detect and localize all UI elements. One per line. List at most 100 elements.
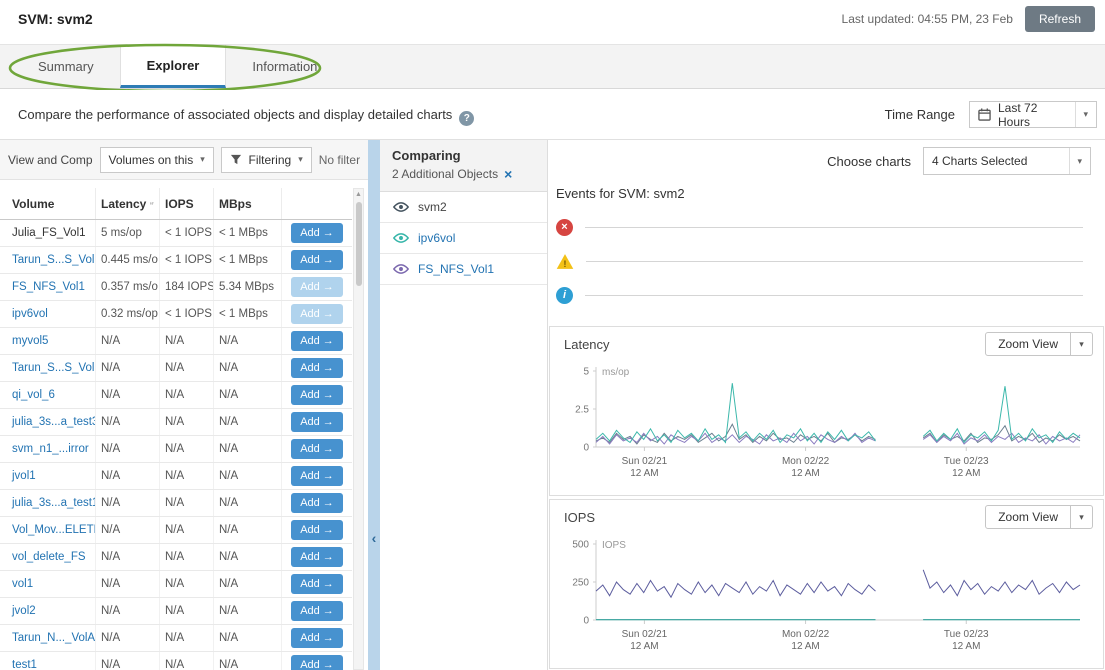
eye-icon[interactable] <box>392 232 410 244</box>
iops-cell: N/A <box>160 382 214 408</box>
volume-name-link[interactable]: svm_n1_...irror <box>0 436 96 462</box>
add-to-comparing-button[interactable]: Add→ <box>291 439 343 459</box>
add-to-comparing-button[interactable]: Add→ <box>291 520 343 540</box>
column-header-iops[interactable]: IOPS <box>160 188 214 219</box>
svg-text:Sun 02/21: Sun 02/21 <box>622 456 668 467</box>
event-lane-info: i <box>556 278 1083 312</box>
latency-cell: 0.445 ms/o <box>96 247 160 273</box>
table-row: jvol1N/AN/AN/AAdd→ <box>0 463 352 490</box>
sort-descending-icon[interactable] <box>150 198 154 209</box>
volume-name-link[interactable]: vol1 <box>0 571 96 597</box>
iops-cell: < 1 IOPS <box>160 220 214 246</box>
scope-dropdown[interactable]: Volumes on this ▾ <box>100 147 214 173</box>
time-range-dropdown[interactable]: Last 72 Hours ▾ <box>969 101 1097 128</box>
comparing-header: Comparing 2 Additional Objects × <box>380 140 547 192</box>
add-to-comparing-button[interactable]: Add→ <box>291 628 343 648</box>
clear-comparing-icon[interactable]: × <box>504 167 512 181</box>
table-row: ipv6vol0.32 ms/op< 1 IOPS< 1 MBpsAdd→ <box>0 301 352 328</box>
tab-explorer[interactable]: Explorer <box>120 45 227 88</box>
add-to-comparing-button[interactable]: Add→ <box>291 358 343 378</box>
tab-list: SummaryExplorerInformation <box>0 45 1105 88</box>
table-scrollbar[interactable]: ▲ <box>353 188 364 670</box>
add-cell: Add→ <box>282 436 352 462</box>
arrow-right-icon: → <box>323 659 334 670</box>
table-row: Tarun_S...S_Vol2N/AN/AN/AAdd→ <box>0 355 352 382</box>
volume-name-link[interactable]: myvol5 <box>0 328 96 354</box>
volume-name-link[interactable]: Vol_Mov...ELETE <box>0 517 96 543</box>
volume-name-link[interactable]: julia_3s...a_test1 <box>0 490 96 516</box>
volume-name-link[interactable]: julia_3s...a_test3 <box>0 409 96 435</box>
filtering-button[interactable]: Filtering ▾ <box>221 147 312 173</box>
choose-charts-label: Choose charts <box>827 154 911 169</box>
iops-cell: N/A <box>160 625 214 651</box>
add-to-comparing-button[interactable]: Add→ <box>291 655 343 670</box>
add-button-label: Add <box>300 632 320 644</box>
column-header-latency[interactable]: Latency <box>96 188 160 219</box>
arrow-right-icon: → <box>323 308 334 320</box>
scrollbar-thumb[interactable] <box>356 202 362 286</box>
tab-summary[interactable]: Summary <box>12 45 120 88</box>
comparing-item-name[interactable]: FS_NFS_Vol1 <box>418 262 494 276</box>
comparing-item-name[interactable]: ipv6vol <box>418 231 455 245</box>
arrow-right-icon: → <box>323 416 334 428</box>
time-range-label: Time Range <box>885 107 955 122</box>
volume-name-link[interactable]: qi_vol_6 <box>0 382 96 408</box>
help-icon[interactable]: ? <box>459 111 474 126</box>
eye-icon[interactable] <box>392 263 410 275</box>
add-to-comparing-button[interactable]: Add→ <box>291 385 343 405</box>
zoom-view-button[interactable]: Zoom View <box>985 332 1071 356</box>
zoom-view-button[interactable]: Zoom View <box>985 505 1071 529</box>
add-to-comparing-button[interactable]: Add→ <box>291 412 343 432</box>
volume-name-link[interactable]: FS_NFS_Vol1 <box>0 274 96 300</box>
zoom-view-caret-button[interactable]: ▾ <box>1071 332 1093 356</box>
comparing-item: FS_NFS_Vol1 <box>380 254 547 285</box>
choose-charts-control: Choose charts 4 Charts Selected ▾ <box>827 147 1091 175</box>
table-row: Julia_FS_Vol15 ms/op< 1 IOPS< 1 MBpsAdd→ <box>0 220 352 247</box>
table-row: vol1N/AN/AN/AAdd→ <box>0 571 352 598</box>
add-button-label: Add <box>300 227 320 239</box>
series-FS_NFS_Vol1 <box>923 570 1080 596</box>
refresh-button[interactable]: Refresh <box>1025 6 1095 32</box>
events-lanes: ×!i <box>556 210 1083 312</box>
eye-icon[interactable] <box>392 201 410 213</box>
add-cell: Add→ <box>282 274 352 300</box>
svg-text:500: 500 <box>572 540 589 551</box>
collapse-panel-handle[interactable]: ‹ <box>368 140 380 670</box>
svg-text:Tue 02/23: Tue 02/23 <box>944 629 989 640</box>
column-header-mbps[interactable]: MBps <box>214 188 282 219</box>
zoom-view-caret-button[interactable]: ▾ <box>1071 505 1093 529</box>
filtering-label: Filtering <box>249 153 292 167</box>
table-row: Tarun_N..._VolAN/AN/AN/AAdd→ <box>0 625 352 652</box>
column-header-volume[interactable]: Volume <box>0 188 96 219</box>
scrollbar-up-arrow-icon[interactable]: ▲ <box>354 189 363 200</box>
add-to-comparing-button[interactable]: Add→ <box>291 250 343 270</box>
add-to-comparing-button[interactable]: Add→ <box>291 493 343 513</box>
page-title: SVM: svm2 <box>18 11 93 27</box>
volume-name-link[interactable]: Tarun_N..._VolA <box>0 625 96 651</box>
add-cell: Add→ <box>282 571 352 597</box>
iops-cell: < 1 IOPS <box>160 301 214 327</box>
volume-name-link[interactable]: jvol1 <box>0 463 96 489</box>
add-to-comparing-button[interactable]: Add→ <box>291 331 343 351</box>
add-to-comparing-button[interactable]: Add→ <box>291 574 343 594</box>
add-to-comparing-button[interactable]: Add→ <box>291 223 343 243</box>
latency-cell: N/A <box>96 652 160 670</box>
volume-name-link[interactable]: Tarun_S...S_Vol1 <box>0 247 96 273</box>
volume-name-link[interactable]: Tarun_S...S_Vol2 <box>0 355 96 381</box>
volume-name-link[interactable]: Julia_FS_Vol1 <box>0 220 96 246</box>
svg-text:Sun 02/21: Sun 02/21 <box>622 629 668 640</box>
volume-name-link[interactable]: test1 <box>0 652 96 670</box>
add-button-label: Add <box>300 281 320 293</box>
add-to-comparing-button[interactable]: Add→ <box>291 466 343 486</box>
volume-name-link[interactable]: vol_delete_FS <box>0 544 96 570</box>
add-to-comparing-button[interactable]: Add→ <box>291 601 343 621</box>
add-to-comparing-button[interactable]: Add→ <box>291 547 343 567</box>
tab-information[interactable]: Information <box>226 45 343 88</box>
volume-name-link[interactable]: jvol2 <box>0 598 96 624</box>
volume-name-link[interactable]: ipv6vol <box>0 301 96 327</box>
svg-text:IOPS: IOPS <box>602 540 626 551</box>
table-row: FS_NFS_Vol10.357 ms/o184 IOPS5.34 MBpsAd… <box>0 274 352 301</box>
add-cell: Add→ <box>282 409 352 435</box>
choose-charts-dropdown[interactable]: 4 Charts Selected ▾ <box>923 147 1091 175</box>
chart-plot-latency: 52.50ms/opSun 02/2112 AMMon 02/2212 AMTu… <box>550 361 1090 495</box>
